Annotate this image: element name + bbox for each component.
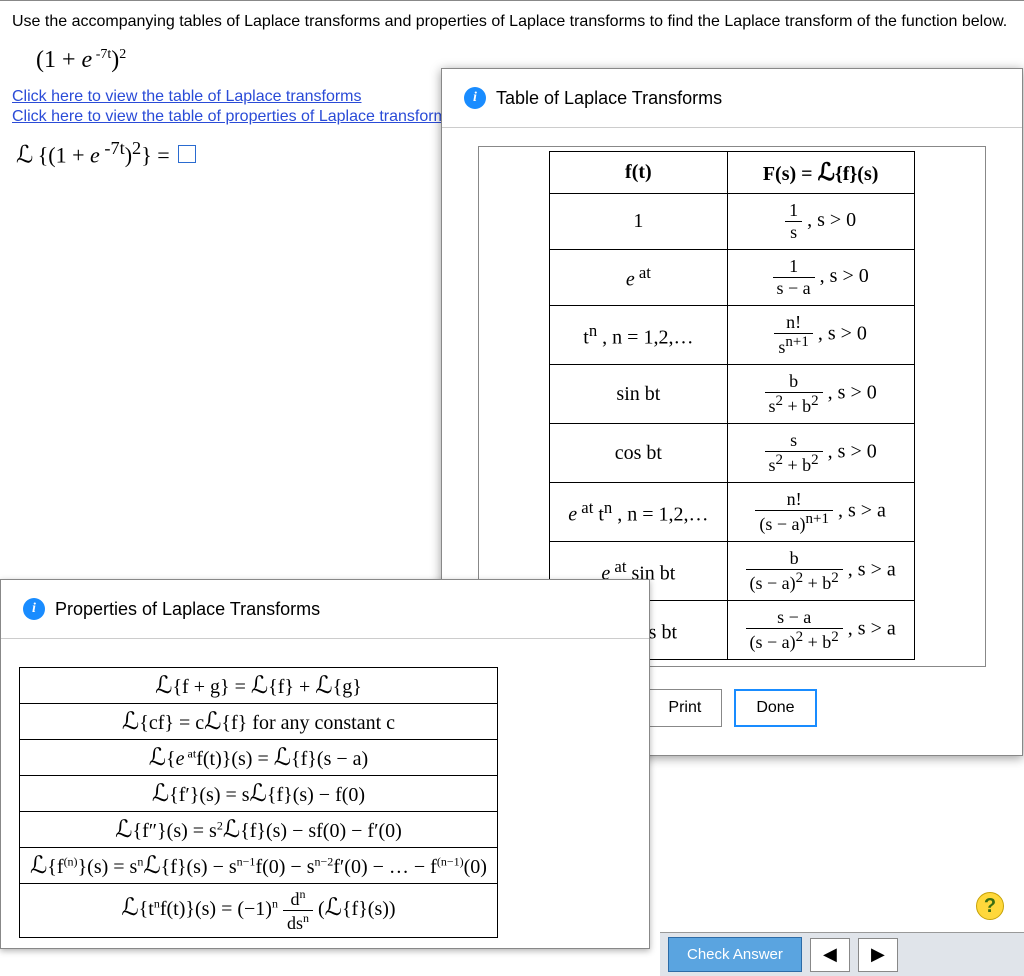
table-row: ℒ{f′}(s) = sℒ{f}(s) − f(0) bbox=[20, 776, 498, 812]
table-row: cos bt ss2 + b2 , s > 0 bbox=[550, 424, 915, 483]
table-row: sin bt bs2 + b2 , s > 0 bbox=[550, 365, 915, 424]
col-Fs: F(s) = ℒ{f}(s) bbox=[727, 152, 914, 194]
next-button[interactable]: ▶ bbox=[858, 938, 898, 972]
table-row: 1 1s , s > 0 bbox=[550, 194, 915, 250]
info-icon: i bbox=[464, 87, 486, 109]
question-prompt: Use the accompanying tables of Laplace t… bbox=[12, 13, 1012, 31]
properties-dialog-title: Properties of Laplace Transforms bbox=[55, 599, 320, 620]
table-row: ℒ{cf} = cℒ{f} for any constant c bbox=[20, 704, 498, 740]
col-ft: f(t) bbox=[550, 152, 727, 194]
properties-dialog: i Properties of Laplace Transforms ℒ{f +… bbox=[0, 579, 650, 949]
answer-input[interactable] bbox=[178, 145, 196, 163]
table-row: ℒ{tnf(t)}(s) = (−1)n dndsn (ℒ{f}(s)) bbox=[20, 884, 498, 938]
footer-bar: Check Answer ◀ ▶ bbox=[660, 932, 1024, 976]
table-row: e at tn , n = 1,2,… n!(s − a)n+1 , s > a bbox=[550, 483, 915, 542]
laplace-dialog-title: Table of Laplace Transforms bbox=[496, 88, 722, 109]
check-answer-button[interactable]: Check Answer bbox=[668, 937, 802, 972]
info-icon: i bbox=[23, 598, 45, 620]
properties-table: ℒ{f + g} = ℒ{f} + ℒ{g} ℒ{cf} = cℒ{f} for… bbox=[19, 667, 498, 938]
done-button[interactable]: Done bbox=[734, 689, 816, 727]
prev-button[interactable]: ◀ bbox=[810, 938, 850, 972]
table-row: e at 1s − a , s > 0 bbox=[550, 250, 915, 306]
table-row: ℒ{e atf(t)}(s) = ℒ{f}(s − a) bbox=[20, 740, 498, 776]
help-button[interactable]: ? bbox=[976, 892, 1004, 920]
print-button[interactable]: Print bbox=[647, 689, 722, 727]
table-row: tn , n = 1,2,… n!sn+1 , s > 0 bbox=[550, 306, 915, 365]
table-row: ℒ{f(n)}(s) = snℒ{f}(s) − sn−1f(0) − sn−2… bbox=[20, 848, 498, 884]
table-row: ℒ{f″}(s) = s2ℒ{f}(s) − sf(0) − f′(0) bbox=[20, 812, 498, 848]
table-row: ℒ{f + g} = ℒ{f} + ℒ{g} bbox=[20, 668, 498, 704]
